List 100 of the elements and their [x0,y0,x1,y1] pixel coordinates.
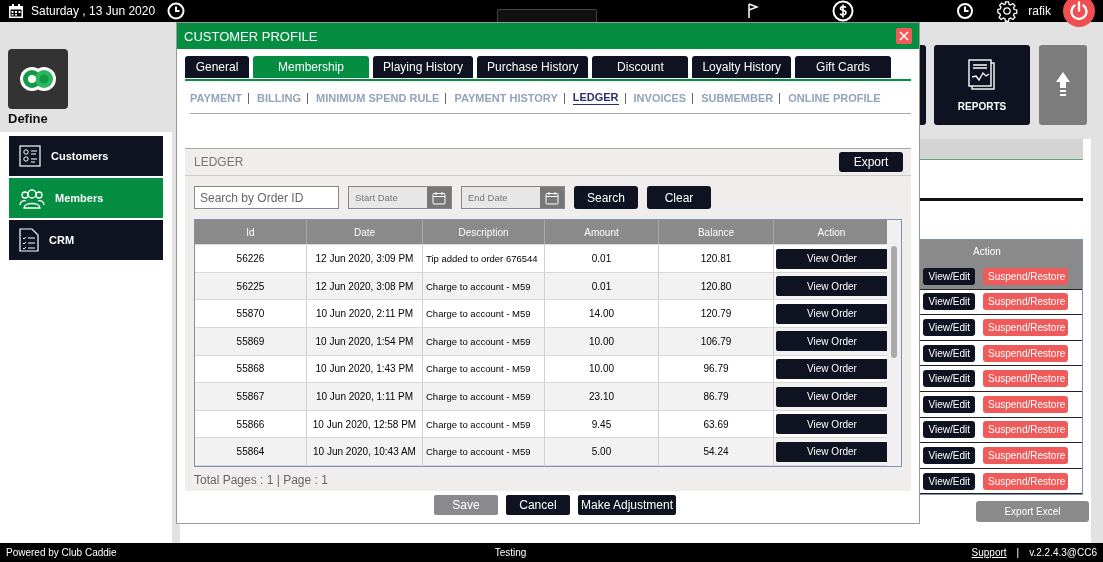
table-cell: 0.01 [545,245,659,272]
table-cell: 86.79 [659,383,774,410]
settings-icon[interactable] [996,0,1019,22]
table-cell: 14.00 [545,300,659,328]
table-cell: 120.79 [659,300,774,328]
pagination-text: Total Pages : 1 | Page : 1 [193,472,329,489]
view-edit-button[interactable]: View/Edit [923,293,975,311]
clear-button[interactable]: Clear [647,186,711,210]
column-header: Action [972,245,1002,259]
reports-tile[interactable]: REPORTS [934,45,1030,125]
table-cell: 10 Jun 2020, 1:54 PM [307,328,423,355]
date-field[interactable]: Start Date [348,186,452,210]
dialog-button[interactable]: Make Adjustment [577,495,676,515]
table-cell: Charge to account - M59 [423,383,545,410]
up-arrow-icon [1055,71,1071,99]
powered-by-text: Powered by Club Caddie [6,547,117,558]
column-header: Date [307,220,423,245]
dialog-button[interactable]: Cancel [505,495,570,515]
date-text: Saturday , 13 Jun 2020 [31,4,156,18]
sidebar-item[interactable]: CRM [9,220,163,260]
tab[interactable]: Loyalty History [692,56,792,78]
search-field[interactable]: Search by Order ID [194,186,339,210]
view-edit-button[interactable]: View/Edit [923,472,975,490]
table-cell: 55867 [195,383,307,410]
view-order-button[interactable]: View Order [776,358,887,379]
tab[interactable]: Gift Cards [795,56,892,78]
clock-icon [167,2,186,20]
search-button[interactable]: Search [574,186,638,210]
table-cell: Tip added to order 676544 [423,245,545,272]
view-order-button[interactable]: View Order [776,303,887,324]
tab[interactable]: Membership [253,56,369,78]
separator-text: | [1016,547,1020,558]
support-link[interactable]: Support [971,547,1007,558]
tab[interactable]: General [185,56,249,78]
people-icon [19,187,45,209]
view-order-button[interactable]: View Order [776,331,887,352]
view-order-button[interactable]: View Order [776,276,887,297]
sidebar-item[interactable]: Members [9,178,163,218]
column-header: Id [195,220,307,245]
table-cell: 56225 [195,272,307,300]
table-cell: Charge to account - M59 [423,272,545,300]
checklist-icon [19,228,39,252]
view-edit-button[interactable]: View/Edit [923,267,975,285]
table-cell: 5.00 [545,438,659,465]
table-cell: 55866 [195,410,307,438]
table-cell: Charge to account - M59 [423,410,545,438]
table-cell: 54.24 [659,438,774,465]
table-cell: 120.80 [659,272,774,300]
close-icon[interactable] [896,28,912,44]
calendar-icon [545,190,559,205]
table-cell: 10 Jun 2020, 1:11 PM [307,383,423,410]
dialog-title: CUSTOMER PROFILE [184,28,318,44]
subnav-link[interactable]: LEDGER [572,91,619,105]
view-edit-button[interactable]: View/Edit [923,446,975,464]
tab[interactable]: Purchase History [477,56,589,78]
date-field[interactable]: End Date [461,186,565,210]
contact-card-icon [19,145,41,167]
calendar-icon [8,3,24,19]
column-header: Description [423,220,545,245]
scroll-up-button[interactable] [1039,45,1087,125]
export-button[interactable]: Export [839,152,903,173]
clock-icon[interactable] [956,2,975,20]
scrollbar[interactable] [887,220,901,466]
view-order-button[interactable]: View Order [776,441,887,462]
view-order-button[interactable]: View Order [776,414,887,435]
view-edit-button[interactable]: View/Edit [923,370,975,388]
table-cell: 55868 [195,355,307,383]
view-edit-button[interactable]: View/Edit [923,395,975,413]
table-cell: 23.10 [545,383,659,410]
table-cell: 0.01 [545,272,659,300]
table-cell: Charge to account - M59 [423,355,545,383]
table-cell: 10 Jun 2020, 10:43 AM [307,438,423,465]
report-icon [967,58,997,91]
user-name: rafik [1028,4,1051,18]
logo-icon [8,49,68,109]
tab[interactable]: Discount [592,56,689,78]
calendar-icon [432,190,446,205]
table-cell: 10.00 [545,355,659,383]
column-header: Amount [545,220,659,245]
table-cell: 120.81 [659,245,774,272]
power-icon[interactable] [1063,0,1095,27]
view-edit-button[interactable]: View/Edit [923,319,975,336]
version-text: v.2.2.4.3@CC6 [1029,547,1097,558]
tab[interactable]: Playing History [373,56,474,78]
table-cell: Charge to account - M59 [423,300,545,328]
table-cell: 55864 [195,438,307,465]
view-order-button[interactable]: View Order [776,386,887,407]
sidebar-item[interactable]: Customers [9,136,163,176]
view-order-button[interactable]: View Order [776,248,887,269]
table-cell: 9.45 [545,410,659,438]
environment-label: Testing [494,547,528,558]
switch-course-button[interactable] [497,9,598,23]
table-cell: 10 Jun 2020, 12:58 PM [307,410,423,438]
app-name: Define [8,111,49,126]
column-header: Balance [659,220,774,245]
table-cell: 96.79 [659,355,774,383]
view-edit-button[interactable]: View/Edit [923,344,975,362]
table-cell: Charge to account - M59 [423,438,545,465]
view-edit-button[interactable]: View/Edit [923,421,975,439]
table-cell: 10 Jun 2020, 1:43 PM [307,355,423,383]
